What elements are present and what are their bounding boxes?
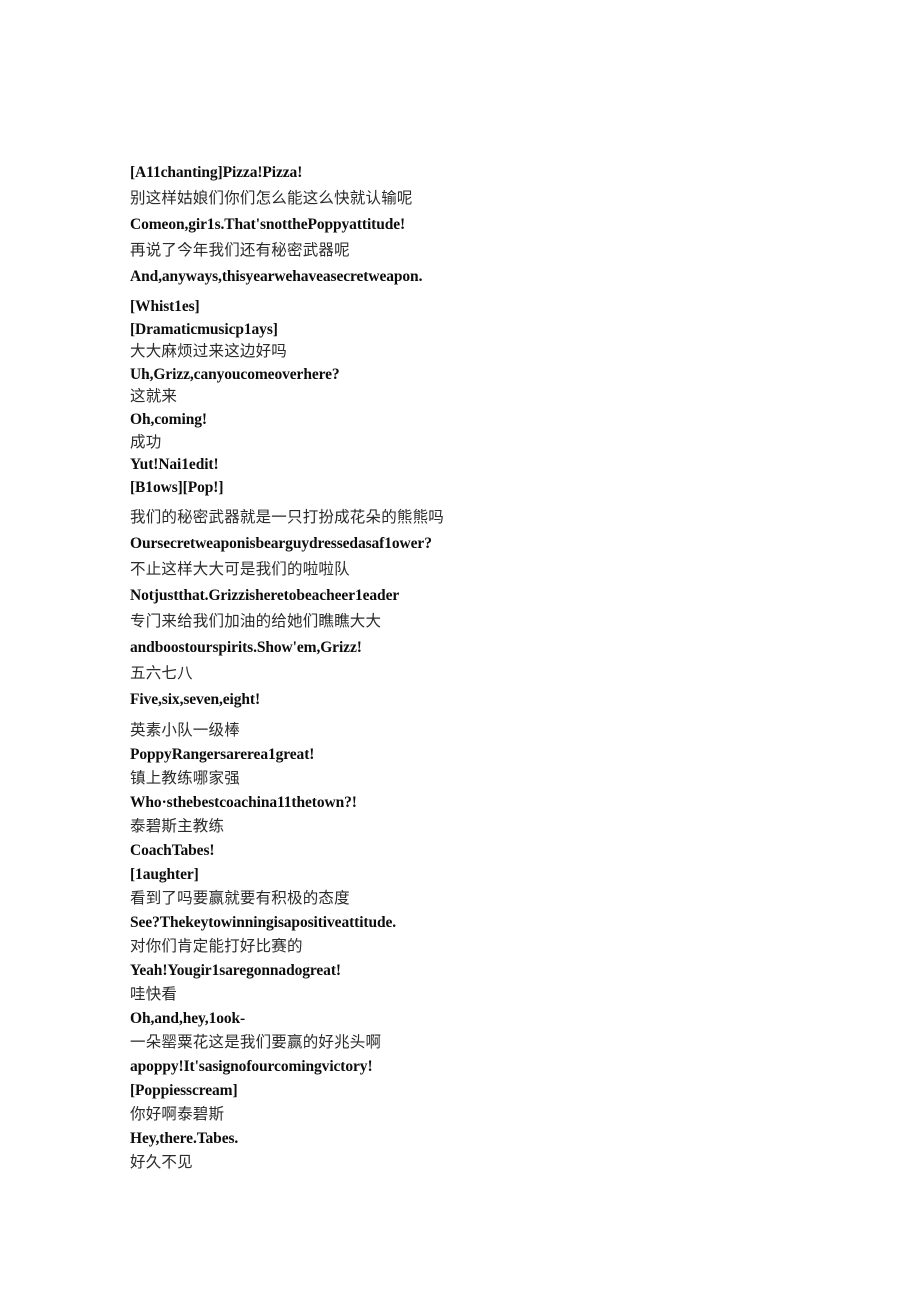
subtitle-line-source: 泰碧斯主教练 [130, 818, 225, 836]
subtitle-line-source: 英素小队一级棒 [130, 722, 240, 740]
subtitle-line-source: 对你们肯定能打好比赛的 [130, 938, 303, 956]
subtitle-line-translation: Who·sthebestcoachina11thetown?! [130, 794, 357, 812]
subtitle-line-translation: [1aughter] [130, 866, 199, 884]
subtitle-line-source: 看到了吗要赢就要有积极的态度 [130, 890, 350, 908]
subtitle-line-translation: [A11chanting]Pizza!Pizza! [130, 164, 303, 181]
subtitle-line-source: 一朵罂粟花这是我们要赢的好兆头啊 [130, 1034, 382, 1052]
subtitle-line-source: 大大麻烦过来这边好吗 [130, 343, 288, 361]
subtitle-line-translation: Notjustthat.Grizzisheretobeacheer1eader [130, 587, 400, 605]
subtitle-line-translation: Yeah!Yougir1saregonnadogreat! [130, 962, 341, 980]
transcript-body: [A11chanting]Pizza!Pizza! 别这样姑娘们你们怎么能这么快就… [130, 160, 830, 1175]
subtitle-line-source: 再说了今年我们还有秘密武器呢 [130, 242, 350, 259]
subtitle-line-translation: Uh,Grizz,canyoucomeoverhere? [130, 365, 340, 383]
subtitle-line-translation: andboostourspirits.Show'em,Grizz! [130, 639, 362, 657]
transcript-block: [A11chanting]Pizza!Pizza! 别这样姑娘们你们怎么能这么快就… [130, 160, 830, 290]
subtitle-line-translation: [Dramaticmusicp1ays] [130, 320, 278, 338]
subtitle-line-translation: See?Thekeytowinningisapositiveattitude. [130, 914, 397, 932]
subtitle-line-source: 成功 [130, 433, 162, 451]
subtitle-line-translation: Five,six,seven,eight! [130, 691, 261, 709]
subtitle-line-translation: [B1ows][Pop!] [130, 478, 224, 496]
subtitle-line-source: 不止这样大大可是我们的啦啦队 [130, 561, 350, 579]
subtitle-line-source: 别这样姑娘们你们怎么能这么快就认输呢 [130, 190, 413, 207]
subtitle-line-source: 好久不见 [130, 1154, 193, 1172]
subtitle-line-translation: And,anyways,thisyearwehaveasecretweapon. [130, 268, 423, 285]
subtitle-line-translation: Hey,there.Tabes. [130, 1130, 239, 1148]
subtitle-line-translation: Oh,coming! [130, 410, 207, 428]
subtitle-line-source: 我们的秘密武器就是一只打扮成花朵的熊熊吗 [130, 509, 445, 527]
subtitle-line-source: 五六七八 [130, 665, 193, 683]
subtitle-line-translation: PoppyRangersarerea1great! [130, 746, 315, 764]
subtitle-line-translation: Comeon,gir1s.That'snotthePoppyattitude! [130, 216, 406, 233]
subtitle-line-source: 这就来 [130, 388, 178, 406]
subtitle-line-translation: Oursecretweaponisbearguydressedasaf1ower… [130, 535, 432, 553]
transcript-block: 英素小队一级棒 PoppyRangersarerea1great! 镇上教练哪家强 W… [130, 719, 830, 1175]
subtitle-line-source: 你好啊泰碧斯 [130, 1106, 225, 1124]
transcript-block: [Whist1es] [Dramaticmusicp1ays] 大大麻烦过来这边好吗… [130, 296, 830, 499]
subtitle-line-source: 哇快看 [130, 986, 178, 1004]
subtitle-line-translation: Oh,and,hey,1ook- [130, 1010, 246, 1028]
subtitle-line-translation: [Poppiesscream] [130, 1082, 238, 1100]
subtitle-line-translation: CoachTabes! [130, 842, 215, 860]
subtitle-line-source: 专门来给我们加油的给她们瞧瞧大大 [130, 613, 382, 631]
subtitle-line-translation: Yut!Nai1edit! [130, 456, 219, 474]
subtitle-line-translation: apoppy!It'sasignofourcomingvictory! [130, 1058, 373, 1076]
subtitle-line-translation: [Whist1es] [130, 298, 200, 315]
transcript-block: 我们的秘密武器就是一只打扮成花朵的熊熊吗 Oursecretweaponisbea… [130, 505, 830, 713]
subtitle-line-source: 镇上教练哪家强 [130, 770, 240, 788]
